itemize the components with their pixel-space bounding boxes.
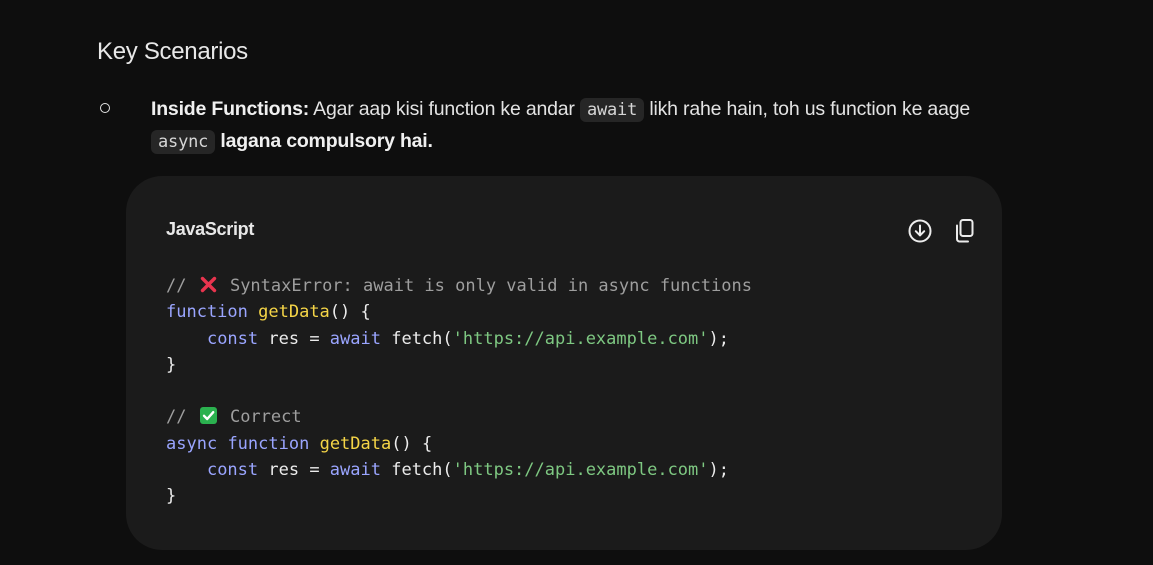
code-punct: () { xyxy=(391,433,433,454)
code-punct: } xyxy=(166,354,177,375)
code-keyword: const xyxy=(206,460,259,481)
code-keyword: async xyxy=(166,433,218,454)
inline-code-async: async xyxy=(151,130,216,154)
copy-code-button[interactable] xyxy=(950,216,980,246)
inline-code-await: await xyxy=(579,98,645,122)
code-keyword: await xyxy=(329,460,381,481)
code-identifier: res = xyxy=(258,328,330,349)
code-comment-prefix: // xyxy=(166,276,197,296)
bullet-text-part2: likh rahe hain, toh us function ke aage xyxy=(644,98,971,120)
code-comment-prefix: // xyxy=(166,407,197,428)
code-call: fetch( xyxy=(380,460,453,481)
code-punct: } xyxy=(166,486,177,507)
code-keyword: await xyxy=(329,328,381,349)
code-language-label: JavaScript xyxy=(166,219,255,239)
bullet-circle-icon xyxy=(100,103,110,113)
code-identifier: res = xyxy=(258,460,330,481)
code-punct: ); xyxy=(708,460,729,481)
bullet-text-part1: Agar aap kisi function ke andar xyxy=(309,98,580,120)
code-block: JavaScript // SyntaxError: await is only… xyxy=(126,176,1002,550)
code-keyword: function xyxy=(227,433,310,454)
download-icon xyxy=(908,219,932,243)
check-mark-icon xyxy=(199,407,217,425)
code-function-name: getData xyxy=(319,433,392,454)
code-comment-text: SyntaxError: await is only valid in asyn… xyxy=(219,276,752,296)
code-string: 'https://api.example.com' xyxy=(452,460,709,481)
code-content: // SyntaxError: await is only valid in a… xyxy=(166,273,752,510)
code-function-name: getData xyxy=(258,302,330,323)
code-keyword: function xyxy=(166,302,248,323)
copy-icon xyxy=(956,219,974,243)
code-punct: ); xyxy=(708,328,729,349)
bullet-label: Inside Functions: xyxy=(151,98,310,120)
cross-mark-icon xyxy=(200,275,217,293)
bullet-text: Inside Functions: Agar aap kisi function… xyxy=(151,94,1001,158)
code-punct: () { xyxy=(329,302,371,323)
bullet-text-part3: lagana compulsory hai. xyxy=(215,130,433,152)
code-keyword: const xyxy=(206,328,259,349)
section-heading: Key Scenarios xyxy=(97,38,248,65)
code-call: fetch( xyxy=(380,328,453,349)
download-code-button[interactable] xyxy=(905,216,935,246)
code-comment-text: Correct xyxy=(219,407,302,428)
code-string: 'https://api.example.com' xyxy=(452,328,709,349)
